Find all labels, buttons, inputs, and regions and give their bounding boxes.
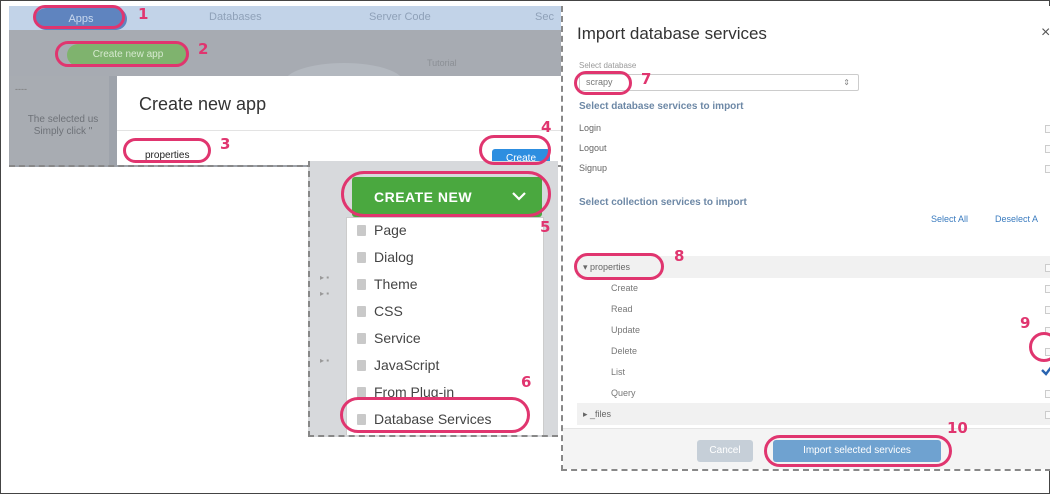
op-query-label: Query xyxy=(611,388,636,398)
menu-item-label: JavaScript xyxy=(374,357,440,373)
tree-expander-icon[interactable]: ▸ ▪ xyxy=(320,289,329,298)
step-number-1: 1 xyxy=(138,5,149,23)
menu-item-label: Service xyxy=(374,330,421,346)
menu-item-label: Dialog xyxy=(374,249,414,265)
menu-item-theme[interactable]: Theme xyxy=(357,272,418,296)
list-divider-text: ---- xyxy=(15,84,27,94)
collection-row-files[interactable] xyxy=(577,403,1050,425)
tree-expander-icon[interactable]: ▸ ▪ xyxy=(320,273,329,282)
step-number-3: 3 xyxy=(220,135,231,153)
menu-item-label: CSS xyxy=(374,303,403,319)
callout-oval-5 xyxy=(341,171,551,217)
step-number-9: 9 xyxy=(1020,314,1031,332)
callout-oval-10 xyxy=(764,435,952,467)
service-login-checkbox[interactable] xyxy=(1045,125,1050,133)
op-create-checkbox[interactable] xyxy=(1045,285,1050,293)
file-icon xyxy=(357,251,366,263)
file-icon xyxy=(357,305,366,317)
callout-oval-8 xyxy=(574,253,664,280)
tab-databases[interactable]: Databases xyxy=(209,11,262,23)
apps-list-side: ---- The selected us Simply click " xyxy=(9,76,109,165)
empty-state-text: The selected us Simply click " xyxy=(13,114,113,138)
op-read-checkbox[interactable] xyxy=(1045,306,1050,314)
dialog-divider xyxy=(117,130,561,131)
select-arrows-icon: ⇕ xyxy=(843,78,850,87)
menu-item-javascript[interactable]: JavaScript xyxy=(357,353,439,377)
tutorial-composite: Databases Server Code Sec Apps Create ne… xyxy=(0,0,1050,494)
op-create-label: Create xyxy=(611,283,639,293)
op-read-label: Read xyxy=(611,304,633,314)
service-logout-label: Logout xyxy=(579,143,607,153)
op-list-label: List xyxy=(611,367,626,377)
menu-item-label: Theme xyxy=(374,276,418,292)
menu-item-label: Page xyxy=(374,222,407,238)
caret-right-icon: ▸ xyxy=(583,409,591,419)
step-number-4: 4 xyxy=(541,118,552,136)
apps-panel: Databases Server Code Sec Apps Create ne… xyxy=(9,6,561,167)
step-number-8: 8 xyxy=(674,247,685,265)
step-number-10: 10 xyxy=(947,419,968,437)
file-icon xyxy=(357,224,366,236)
database-services-heading: Select database services to import xyxy=(579,101,744,112)
dialog-title: Import database services xyxy=(577,24,767,43)
tree-expander-icon[interactable]: ▸ ▪ xyxy=(320,356,329,365)
service-login-label: Login xyxy=(579,123,602,133)
file-icon xyxy=(357,332,366,344)
file-icon xyxy=(357,386,366,398)
callout-oval-7 xyxy=(574,71,632,95)
file-icon xyxy=(357,278,366,290)
op-update-label: Update xyxy=(611,325,641,335)
file-icon xyxy=(357,359,366,371)
service-signup-label: Signup xyxy=(579,163,608,173)
tutorial-link[interactable]: Tutorial xyxy=(427,58,457,68)
collection-name: _files xyxy=(590,409,612,419)
step-number-7: 7 xyxy=(641,70,652,88)
close-icon[interactable]: × xyxy=(1041,24,1050,42)
tab-server-code[interactable]: Server Code xyxy=(369,11,431,23)
checkmark-icon[interactable] xyxy=(1041,364,1050,376)
select-database-label: Select database xyxy=(579,61,637,70)
menu-item-css[interactable]: CSS xyxy=(357,299,403,323)
step-number-5: 5 xyxy=(540,218,551,236)
collection-files-label[interactable]: ▸ _files xyxy=(583,409,611,420)
cancel-button[interactable]: Cancel xyxy=(697,440,753,462)
callout-oval-2 xyxy=(55,41,189,67)
service-logout-checkbox[interactable] xyxy=(1045,145,1050,153)
dialog-title: Create new app xyxy=(139,94,267,114)
empty-state-line-2: Simply click " xyxy=(33,126,93,137)
callout-oval-3 xyxy=(123,138,211,163)
collection-files-checkbox[interactable] xyxy=(1045,411,1050,419)
collection-services-heading: Select collection services to import xyxy=(579,197,747,208)
step-number-2: 2 xyxy=(198,40,209,58)
import-database-services-dialog: Import database services × Select databa… xyxy=(561,6,1050,471)
step-number-6: 6 xyxy=(521,373,532,391)
menu-item-dialog[interactable]: Dialog xyxy=(357,245,414,269)
op-query-checkbox[interactable] xyxy=(1045,390,1050,398)
callout-oval-1 xyxy=(33,5,125,29)
menu-item-service[interactable]: Service xyxy=(357,326,421,350)
tab-security[interactable]: Sec xyxy=(535,11,554,23)
service-signup-checkbox[interactable] xyxy=(1045,165,1050,173)
op-delete-label: Delete xyxy=(611,346,638,356)
callout-oval-6 xyxy=(340,397,530,433)
menu-item-page[interactable]: Page xyxy=(357,218,407,242)
select-all-link[interactable]: Select All xyxy=(931,214,968,224)
deselect-all-link[interactable]: Deselect A xyxy=(995,214,1038,224)
empty-state-line-1: The selected us xyxy=(27,114,99,125)
collection-properties-checkbox[interactable] xyxy=(1045,264,1050,272)
callout-oval-4 xyxy=(479,135,551,165)
